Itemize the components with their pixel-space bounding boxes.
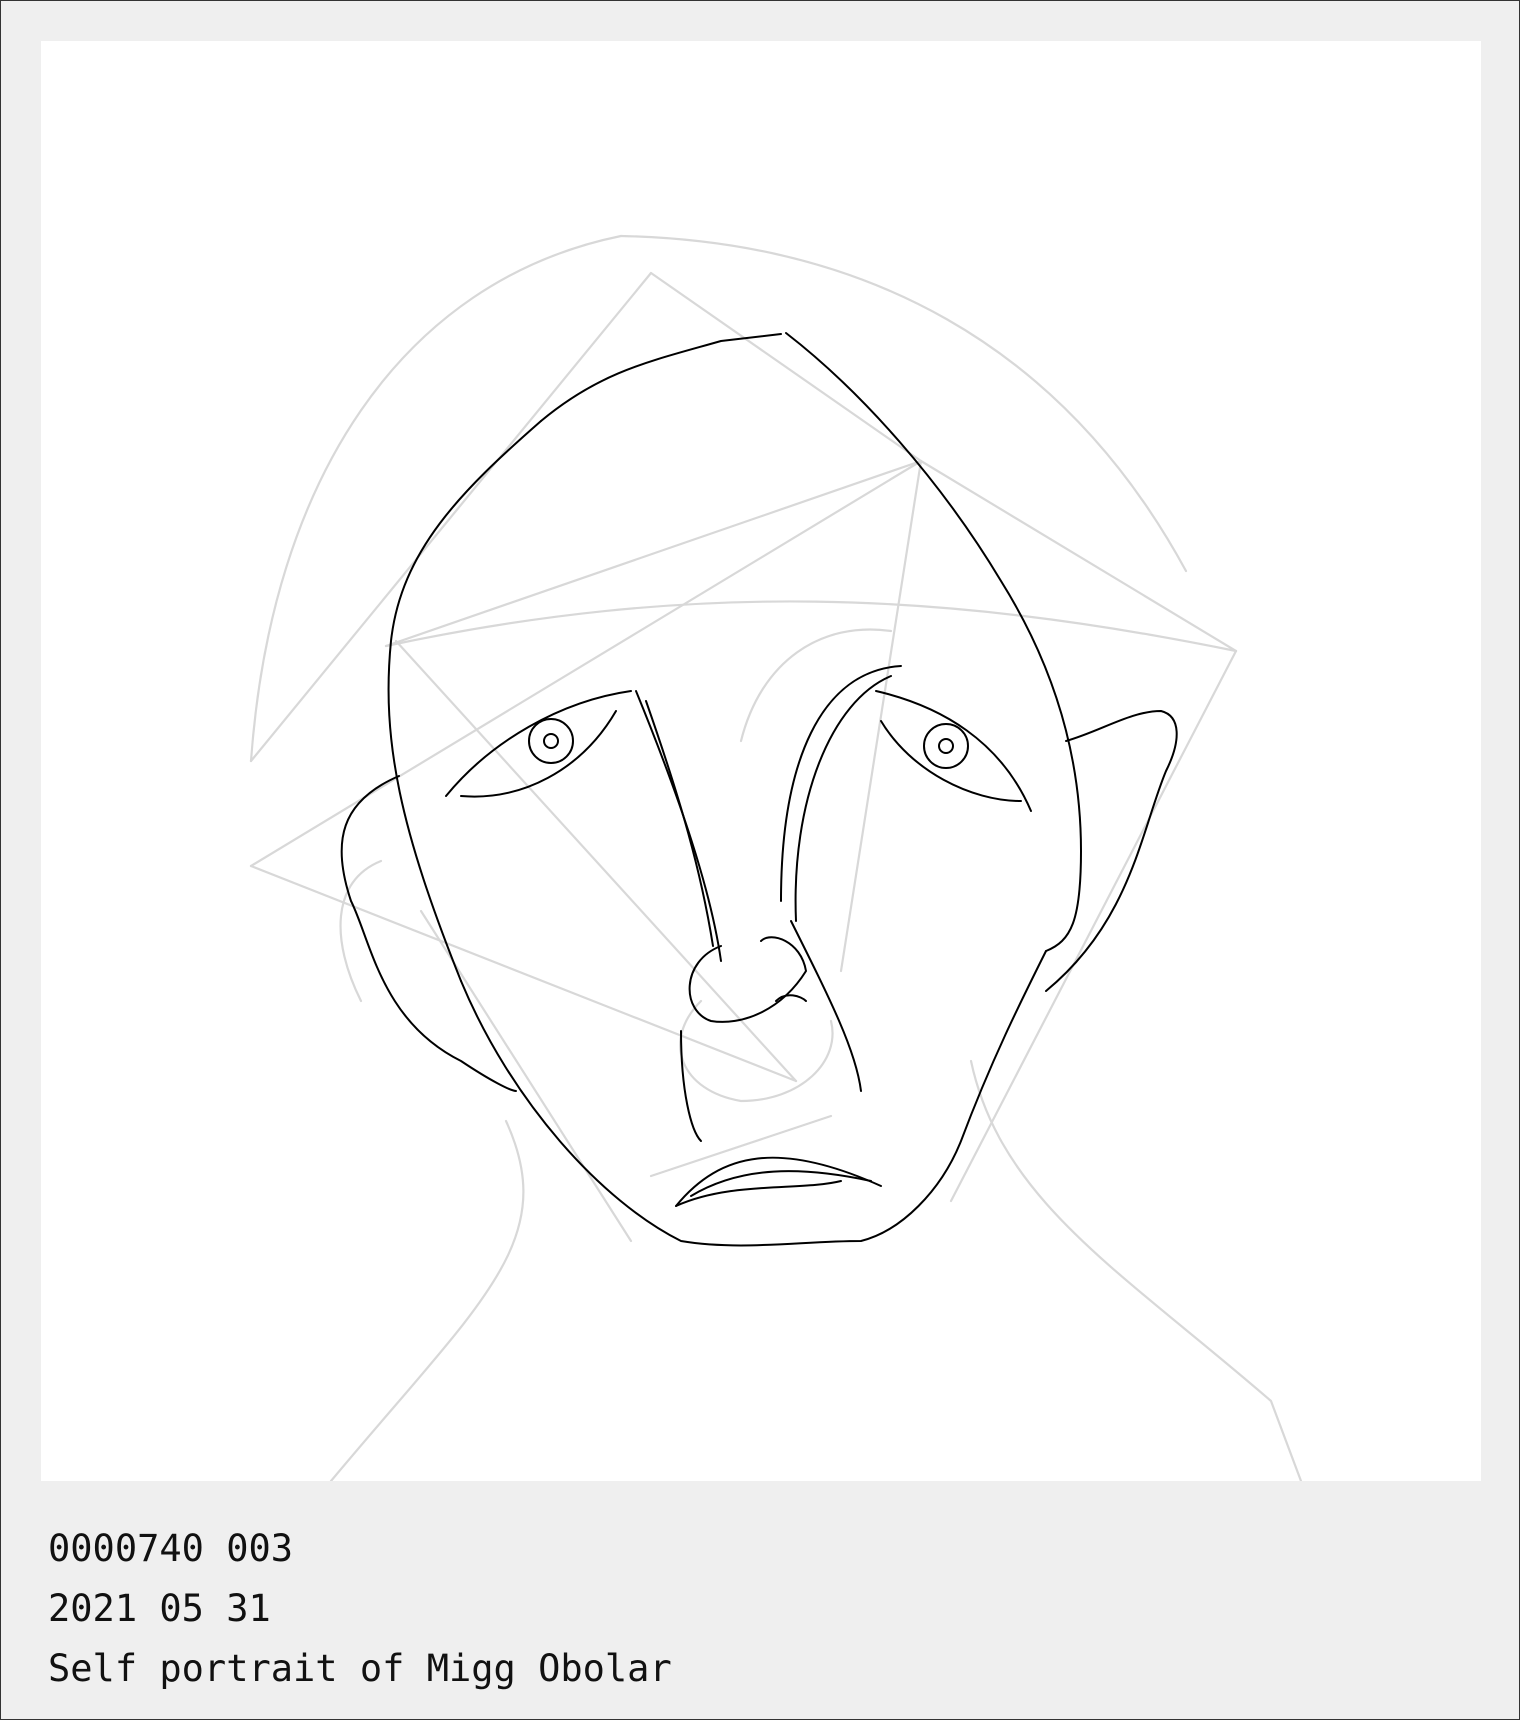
polaroid-frame: 0000740 003 2021 05 31 Self portrait of … (0, 0, 1520, 1720)
guide-neck-r (969, 1059, 1303, 1481)
artwork-canvas (41, 41, 1481, 1481)
guide-triangle-top (649, 271, 1238, 653)
left-ear (340, 775, 517, 1092)
left-pupil (543, 733, 559, 749)
head-outline-left (387, 420, 542, 982)
head-outline-right (785, 332, 1082, 952)
nose-bulb (688, 936, 807, 1023)
right-eye-lid (875, 690, 1032, 812)
guide-jaw-mid (649, 1114, 833, 1178)
nasolabial-left (680, 1030, 702, 1142)
right-ear (1045, 710, 1178, 992)
guide-vertical (839, 459, 923, 973)
guide-diag-2 (249, 459, 923, 868)
upper-lip (675, 1156, 882, 1207)
ink-strokes (340, 332, 1178, 1247)
left-eye-lid (445, 690, 632, 797)
guide-neck-l (329, 1119, 525, 1481)
guide-cheek-r (949, 649, 1238, 1203)
nose-cheek-line (790, 920, 862, 1092)
left-iris (528, 718, 574, 764)
right-pupil (938, 738, 954, 754)
head-outline-top (540, 333, 782, 422)
jaw-outline (460, 950, 1047, 1247)
portrait-drawing (249, 234, 1303, 1481)
caption-date: 2021 05 31 (48, 1587, 271, 1630)
nose-right-line-2 (794, 675, 892, 922)
construction-guides (249, 234, 1303, 1481)
caption-title: Self portrait of Migg Obolar (48, 1647, 672, 1690)
guide-head-arc (249, 234, 623, 763)
caption-id: 0000740 003 (48, 1527, 294, 1570)
guide-head-arc-right (619, 234, 1188, 573)
lower-lip (675, 1180, 842, 1207)
guide-diag-4 (394, 639, 798, 1083)
guide-diag-1 (384, 459, 923, 648)
guide-diag-3 (249, 864, 798, 1083)
right-iris (923, 723, 969, 769)
guide-triangle-left (249, 271, 653, 763)
nose-left-line-2 (645, 700, 714, 947)
caption-block: 0000740 003 2021 05 31 Self portrait of … (48, 1519, 672, 1699)
